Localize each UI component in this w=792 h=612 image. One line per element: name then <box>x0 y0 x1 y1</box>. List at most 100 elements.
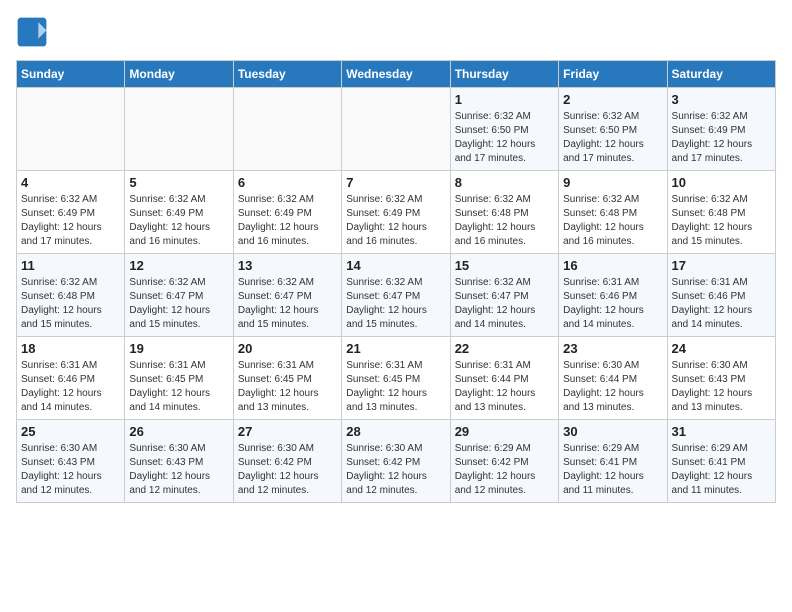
day-info: Sunrise: 6:31 AMSunset: 6:46 PMDaylight:… <box>672 276 771 332</box>
day-info: Sunrise: 6:32 AMSunset: 6:48 PMDaylight:… <box>563 193 662 249</box>
weekday-header-cell: Sunday <box>17 61 125 88</box>
day-number: 9 <box>563 175 662 190</box>
calendar-week-row: 25 Sunrise: 6:30 AMSunset: 6:43 PMDayligh… <box>17 420 776 503</box>
calendar-cell <box>233 88 341 171</box>
calendar-cell: 30 Sunrise: 6:29 AMSunset: 6:41 PMDayligh… <box>559 420 667 503</box>
day-number: 25 <box>21 424 120 439</box>
day-info: Sunrise: 6:32 AMSunset: 6:49 PMDaylight:… <box>238 193 337 249</box>
day-number: 13 <box>238 258 337 273</box>
calendar-cell: 23 Sunrise: 6:30 AMSunset: 6:44 PMDayligh… <box>559 337 667 420</box>
calendar-cell: 9 Sunrise: 6:32 AMSunset: 6:48 PMDaylight… <box>559 171 667 254</box>
day-info: Sunrise: 6:32 AMSunset: 6:47 PMDaylight:… <box>455 276 554 332</box>
logo-icon <box>16 16 48 48</box>
calendar-cell: 15Sunrise: 6:32 AMSunset: 6:47 PMDayligh… <box>450 254 558 337</box>
calendar-cell: 29 Sunrise: 6:29 AMSunset: 6:42 PMDayligh… <box>450 420 558 503</box>
day-info: Sunrise: 6:30 AMSunset: 6:43 PMDaylight:… <box>672 359 771 415</box>
calendar-cell: 20 Sunrise: 6:31 AMSunset: 6:45 PMDayligh… <box>233 337 341 420</box>
calendar-cell: 4Sunrise: 6:32 AMSunset: 6:49 PMDaylight… <box>17 171 125 254</box>
day-info: Sunrise: 6:31 AMSunset: 6:45 PMDaylight:… <box>129 359 228 415</box>
day-info: Sunrise: 6:32 AMSunset: 6:49 PMDaylight:… <box>346 193 445 249</box>
day-info: Sunrise: 6:32 AMSunset: 6:48 PMDaylight:… <box>672 193 771 249</box>
weekday-header-cell: Wednesday <box>342 61 450 88</box>
day-info: Sunrise: 6:30 AMSunset: 6:44 PMDaylight:… <box>563 359 662 415</box>
day-info: Sunrise: 6:31 AMSunset: 6:44 PMDaylight:… <box>455 359 554 415</box>
calendar-cell <box>17 88 125 171</box>
day-info: Sunrise: 6:32 AMSunset: 6:50 PMDaylight:… <box>563 110 662 166</box>
calendar-cell: 2Sunrise: 6:32 AMSunset: 6:50 PMDaylight… <box>559 88 667 171</box>
day-info: Sunrise: 6:31 AMSunset: 6:46 PMDaylight:… <box>21 359 120 415</box>
weekday-header-cell: Thursday <box>450 61 558 88</box>
logo <box>16 16 52 48</box>
day-number: 30 <box>563 424 662 439</box>
calendar-cell: 14Sunrise: 6:32 AMSunset: 6:47 PMDayligh… <box>342 254 450 337</box>
day-number: 26 <box>129 424 228 439</box>
day-info: Sunrise: 6:30 AMSunset: 6:43 PMDaylight:… <box>129 442 228 498</box>
day-number: 3 <box>672 92 771 107</box>
day-number: 24 <box>672 341 771 356</box>
calendar-week-row: 11Sunrise: 6:32 AMSunset: 6:48 PMDayligh… <box>17 254 776 337</box>
day-info: Sunrise: 6:32 AMSunset: 6:49 PMDaylight:… <box>672 110 771 166</box>
day-info: Sunrise: 6:31 AMSunset: 6:45 PMDaylight:… <box>346 359 445 415</box>
day-info: Sunrise: 6:31 AMSunset: 6:46 PMDaylight:… <box>563 276 662 332</box>
day-number: 18 <box>21 341 120 356</box>
calendar-cell: 3 Sunrise: 6:32 AMSunset: 6:49 PMDaylight… <box>667 88 775 171</box>
day-info: Sunrise: 6:30 AMSunset: 6:42 PMDaylight:… <box>238 442 337 498</box>
calendar-cell <box>125 88 233 171</box>
day-info: Sunrise: 6:32 AMSunset: 6:47 PMDaylight:… <box>238 276 337 332</box>
calendar-table: SundayMondayTuesdayWednesdayThursdayFrid… <box>16 60 776 503</box>
day-number: 22 <box>455 341 554 356</box>
day-info: Sunrise: 6:32 AMSunset: 6:49 PMDaylight:… <box>129 193 228 249</box>
day-number: 14 <box>346 258 445 273</box>
page-header <box>16 16 776 48</box>
day-number: 11 <box>21 258 120 273</box>
day-number: 21 <box>346 341 445 356</box>
weekday-header-cell: Friday <box>559 61 667 88</box>
calendar-cell: 27 Sunrise: 6:30 AMSunset: 6:42 PMDayligh… <box>233 420 341 503</box>
calendar-cell: 8Sunrise: 6:32 AMSunset: 6:48 PMDaylight… <box>450 171 558 254</box>
day-number: 20 <box>238 341 337 356</box>
calendar-cell: 16 Sunrise: 6:31 AMSunset: 6:46 PMDayligh… <box>559 254 667 337</box>
day-number: 28 <box>346 424 445 439</box>
calendar-body: 1 Sunrise: 6:32 AMSunset: 6:50 PMDaylight… <box>17 88 776 503</box>
weekday-header-cell: Monday <box>125 61 233 88</box>
calendar-cell: 26 Sunrise: 6:30 AMSunset: 6:43 PMDayligh… <box>125 420 233 503</box>
day-info: Sunrise: 6:29 AMSunset: 6:42 PMDaylight:… <box>455 442 554 498</box>
calendar-cell: 6 Sunrise: 6:32 AMSunset: 6:49 PMDaylight… <box>233 171 341 254</box>
day-info: Sunrise: 6:31 AMSunset: 6:45 PMDaylight:… <box>238 359 337 415</box>
day-number: 29 <box>455 424 554 439</box>
day-number: 5 <box>129 175 228 190</box>
day-number: 16 <box>563 258 662 273</box>
weekday-header-cell: Tuesday <box>233 61 341 88</box>
day-number: 10 <box>672 175 771 190</box>
calendar-cell: 18 Sunrise: 6:31 AMSunset: 6:46 PMDayligh… <box>17 337 125 420</box>
day-number: 23 <box>563 341 662 356</box>
calendar-cell <box>342 88 450 171</box>
day-info: Sunrise: 6:32 AMSunset: 6:47 PMDaylight:… <box>129 276 228 332</box>
day-info: Sunrise: 6:32 AMSunset: 6:50 PMDaylight:… <box>455 110 554 166</box>
weekday-header-cell: Saturday <box>667 61 775 88</box>
calendar-cell: 11Sunrise: 6:32 AMSunset: 6:48 PMDayligh… <box>17 254 125 337</box>
day-info: Sunrise: 6:32 AMSunset: 6:49 PMDaylight:… <box>21 193 120 249</box>
day-number: 27 <box>238 424 337 439</box>
calendar-cell: 1 Sunrise: 6:32 AMSunset: 6:50 PMDaylight… <box>450 88 558 171</box>
calendar-cell: 19 Sunrise: 6:31 AMSunset: 6:45 PMDayligh… <box>125 337 233 420</box>
calendar-week-row: 18 Sunrise: 6:31 AMSunset: 6:46 PMDayligh… <box>17 337 776 420</box>
day-number: 19 <box>129 341 228 356</box>
day-number: 6 <box>238 175 337 190</box>
calendar-cell: 5 Sunrise: 6:32 AMSunset: 6:49 PMDaylight… <box>125 171 233 254</box>
calendar-cell: 31Sunrise: 6:29 AMSunset: 6:41 PMDayligh… <box>667 420 775 503</box>
calendar-cell: 13 Sunrise: 6:32 AMSunset: 6:47 PMDayligh… <box>233 254 341 337</box>
day-info: Sunrise: 6:30 AMSunset: 6:43 PMDaylight:… <box>21 442 120 498</box>
calendar-week-row: 1 Sunrise: 6:32 AMSunset: 6:50 PMDaylight… <box>17 88 776 171</box>
day-number: 17 <box>672 258 771 273</box>
calendar-cell: 25 Sunrise: 6:30 AMSunset: 6:43 PMDayligh… <box>17 420 125 503</box>
calendar-cell: 10 Sunrise: 6:32 AMSunset: 6:48 PMDayligh… <box>667 171 775 254</box>
calendar-week-row: 4Sunrise: 6:32 AMSunset: 6:49 PMDaylight… <box>17 171 776 254</box>
calendar-cell: 24 Sunrise: 6:30 AMSunset: 6:43 PMDayligh… <box>667 337 775 420</box>
day-info: Sunrise: 6:29 AMSunset: 6:41 PMDaylight:… <box>563 442 662 498</box>
day-number: 1 <box>455 92 554 107</box>
day-number: 12 <box>129 258 228 273</box>
calendar-cell: 12 Sunrise: 6:32 AMSunset: 6:47 PMDayligh… <box>125 254 233 337</box>
calendar-cell: 21 Sunrise: 6:31 AMSunset: 6:45 PMDayligh… <box>342 337 450 420</box>
day-number: 31 <box>672 424 771 439</box>
